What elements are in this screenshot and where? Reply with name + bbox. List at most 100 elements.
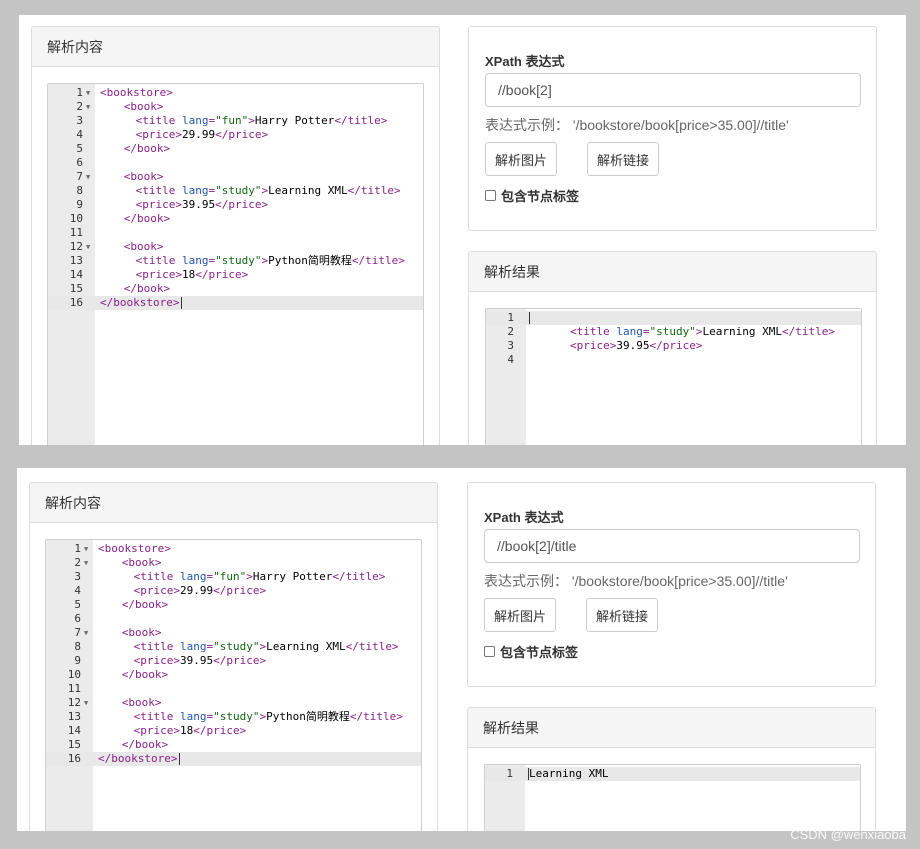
line-number: 8: [76, 184, 83, 197]
code-line: 12 ▼ <book>: [46, 696, 421, 710]
text-caret: [528, 768, 529, 780]
parse-image-button[interactable]: 解析图片: [485, 142, 557, 176]
code-text: </book>: [121, 598, 169, 611]
code-line: 5 </book>: [46, 598, 421, 612]
code-line: 7 ▼ <book>: [48, 170, 423, 184]
include-tag-label: 包含节点标签: [500, 645, 579, 660]
code-line: 3 <price>39.95</price>: [486, 339, 861, 353]
result-panel-title: 解析结果: [469, 252, 876, 292]
fold-toggle-icon[interactable]: ▼: [86, 100, 90, 114]
fold-toggle-icon[interactable]: ▼: [84, 556, 88, 570]
line-number: 4: [507, 353, 514, 366]
code-line: 11: [46, 682, 421, 696]
checkbox-box[interactable]: [485, 190, 496, 201]
checkbox-box[interactable]: [484, 646, 495, 657]
code-line: 7 ▼ <book>: [46, 626, 421, 640]
code-line: 2 <title lang="study">Learning XML</title…: [486, 325, 861, 339]
source-editor[interactable]: 1 ▼ <bookstore> 2 ▼ <book> 3 <title lang="fun">…: [47, 83, 424, 445]
line-number: 14: [67, 724, 81, 737]
code-text: <book>: [121, 556, 162, 569]
code-line: 16 </bookstore>: [48, 296, 423, 310]
code-line: 4 <price>29.99</price>: [48, 128, 423, 142]
line-number: 3: [74, 570, 81, 583]
screenshot-1: 解析内容 1 ▼ <bookstore> 2 ▼ <book> 3 <title lang="…: [19, 15, 906, 445]
code-line: 14 <price>18</price>: [46, 724, 421, 738]
line-number: 1: [74, 542, 81, 555]
code-text: <title lang="study">Python简明教程</title>: [135, 254, 405, 267]
code-text: <title lang="fun">Harry Potter</title>: [135, 114, 388, 127]
include-tag-label: 包含节点标签: [501, 189, 580, 204]
code-text: <book>: [123, 170, 164, 183]
code-line: 8 <title lang="study">Learning XML</title…: [46, 640, 421, 654]
code-text: <title lang="study">Learning XML</title>: [135, 184, 401, 197]
fold-toggle-icon[interactable]: ▼: [84, 626, 88, 640]
xpath-label: XPath 表达式: [484, 510, 564, 525]
code-line: 9 <price>39.95</price>: [48, 198, 423, 212]
code-text: <title lang="study">Learning XML</title>: [570, 325, 835, 338]
result-editor[interactable]: 1 2 <title lang="study">Learning XML</titl…: [485, 308, 862, 445]
code-text: </book>: [123, 212, 171, 225]
code-line: 2 ▼ <book>: [46, 556, 421, 570]
result-editor[interactable]: 1 Learning XML: [484, 764, 861, 831]
line-number: 16: [67, 752, 81, 765]
code-line: 15 </book>: [48, 282, 423, 296]
xpath-hint: 表达式示例： '/bookstore/book[price>35.00]//ti…: [485, 115, 789, 135]
code-text: <title lang="fun">Harry Potter</title>: [133, 570, 386, 583]
line-number: 2: [76, 100, 83, 113]
xpath-hint: 表达式示例： '/bookstore/book[price>35.00]//ti…: [484, 571, 788, 591]
xpath-panel: XPath 表达式 //book[2] 表达式示例： '/bookstore/b…: [468, 26, 877, 231]
xpath-hint-prefix: 表达式示例：: [484, 573, 568, 589]
code-line: 5 </book>: [48, 142, 423, 156]
code-text: </book>: [123, 142, 171, 155]
line-number: 12: [69, 240, 83, 253]
parse-link-button[interactable]: 解析链接: [586, 598, 658, 632]
result-panel-title: 解析结果: [468, 708, 875, 748]
line-number: 9: [74, 654, 81, 667]
line-number: 12: [67, 696, 81, 709]
line-number: 15: [67, 738, 81, 751]
code-text: </book>: [123, 282, 171, 295]
line-number: 2: [74, 556, 81, 569]
result-panel: 解析结果 1 Learning XML: [467, 707, 876, 831]
line-number: 16: [69, 296, 83, 309]
code-text: </bookstore>: [100, 296, 180, 309]
fold-toggle-icon[interactable]: ▼: [86, 86, 90, 100]
screenshot-2: 解析内容 1 ▼ <bookstore> 2 ▼ <book> 3 <title lang="…: [17, 468, 906, 831]
code-text: <price>39.95</price>: [133, 654, 267, 667]
content-panel: 解析内容 1 ▼ <bookstore> 2 ▼ <book> 3 <title lang="…: [29, 482, 438, 831]
code-text: <book>: [123, 240, 164, 253]
code-line: 3 <title lang="fun">Harry Potter</title>: [48, 114, 423, 128]
line-number: 8: [74, 640, 81, 653]
content-panel-title: 解析内容: [32, 27, 439, 67]
code-line: 3 <title lang="fun">Harry Potter</title>: [46, 570, 421, 584]
text-caret: [529, 312, 530, 324]
parse-link-button[interactable]: 解析链接: [587, 142, 659, 176]
content-panel: 解析内容 1 ▼ <bookstore> 2 ▼ <book> 3 <title lang="…: [31, 26, 440, 445]
code-text: <bookstore>: [100, 86, 173, 99]
code-line: 10 </book>: [46, 668, 421, 682]
code-text: <price>18</price>: [133, 724, 247, 737]
line-number: 10: [67, 668, 81, 681]
code-line: 14 <price>18</price>: [48, 268, 423, 282]
fold-toggle-icon[interactable]: ▼: [86, 240, 90, 254]
fold-toggle-icon[interactable]: ▼: [86, 170, 90, 184]
code-line: 4 <price>29.99</price>: [46, 584, 421, 598]
fold-toggle-icon[interactable]: ▼: [84, 542, 88, 556]
source-editor[interactable]: 1 ▼ <bookstore> 2 ▼ <book> 3 <title lang="fun">…: [45, 539, 422, 831]
include-tag-checkbox[interactable]: 包含节点标签: [485, 186, 579, 205]
line-number: 4: [74, 584, 81, 597]
include-tag-checkbox[interactable]: 包含节点标签: [484, 642, 578, 661]
xpath-input[interactable]: //book[2]/title: [484, 529, 860, 563]
xpath-hint-example: '/bookstore/book[price>35.00]//title': [572, 117, 789, 133]
line-number: 7: [76, 170, 83, 183]
xpath-input[interactable]: //book[2]: [485, 73, 861, 107]
parse-image-button[interactable]: 解析图片: [484, 598, 556, 632]
line-number: 14: [69, 268, 83, 281]
code-text: <book>: [121, 626, 162, 639]
fold-toggle-icon[interactable]: ▼: [84, 696, 88, 710]
code-line: 13 <title lang="study">Python简明教程</title>: [46, 710, 421, 724]
code-text: <price>29.99</price>: [135, 128, 269, 141]
code-text: </bookstore>: [98, 752, 178, 765]
line-number: 6: [74, 612, 81, 625]
code-text: </book>: [121, 738, 169, 751]
